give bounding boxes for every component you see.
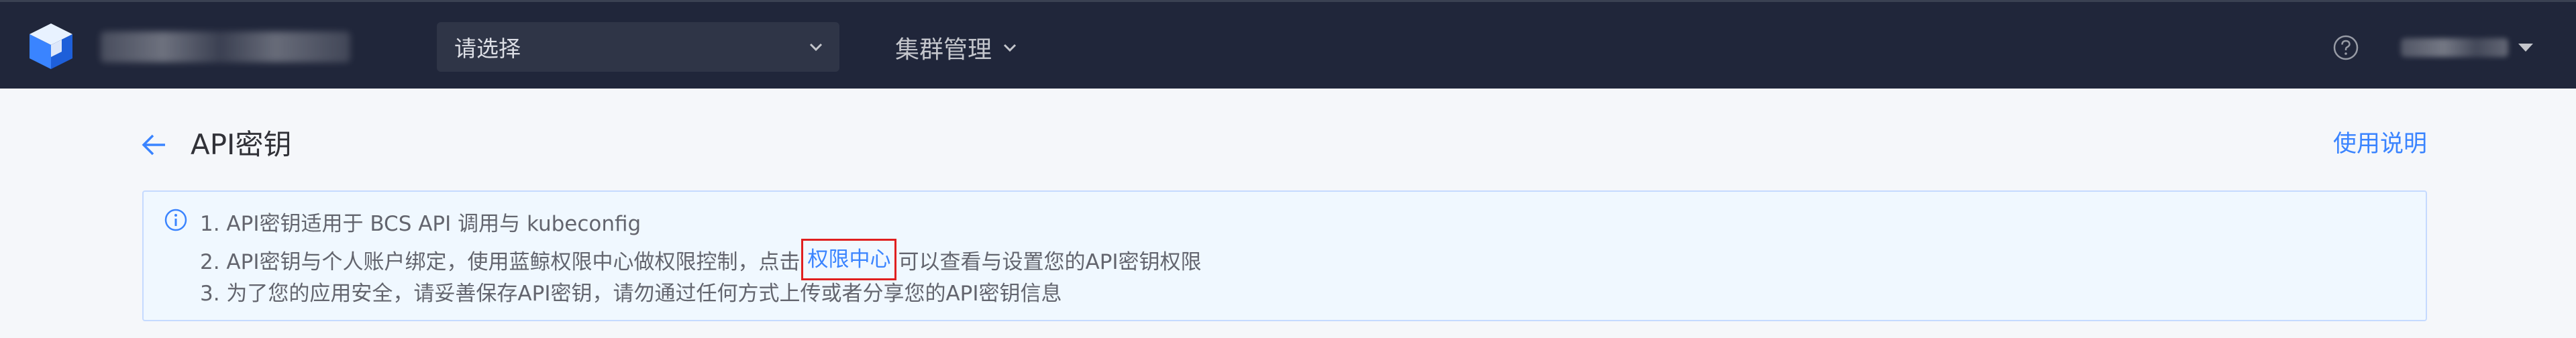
info-circle-icon bbox=[164, 208, 188, 232]
notice-box: 1. API密钥适用于 BCS API 调用与 kubeconfig 2. AP… bbox=[142, 190, 2427, 321]
notice-line-2-suffix: 可以查看与设置您的API密钥权限 bbox=[898, 250, 1202, 274]
chevron-down-icon bbox=[1001, 39, 1019, 56]
user-menu[interactable] bbox=[2401, 37, 2535, 58]
username-redacted bbox=[2401, 38, 2508, 57]
notice-line-3: 3. 为了您的应用安全，请妥善保存API密钥，请勿通过任何方式上传或者分享您的A… bbox=[200, 282, 1062, 306]
brand-name-redacted bbox=[101, 32, 350, 62]
chevron-down-icon bbox=[807, 38, 825, 56]
cube-logo-icon[interactable] bbox=[27, 21, 75, 72]
project-select[interactable]: 请选择 bbox=[437, 22, 839, 72]
usage-guide-link[interactable]: 使用说明 bbox=[2333, 127, 2427, 161]
question-circle-icon[interactable] bbox=[2332, 34, 2359, 61]
notice-line-1: 1. API密钥适用于 BCS API 调用与 kubeconfig bbox=[200, 212, 641, 236]
page-title: API密钥 bbox=[191, 128, 292, 161]
notice-list: 1. API密钥适用于 BCS API 调用与 kubeconfig 2. AP… bbox=[200, 207, 1202, 311]
top-navigation-bar: 请选择 集群管理 bbox=[0, 0, 2576, 89]
notice-line-2-prefix: 2. API密钥与个人账户绑定，使用蓝鲸权限中心做权限控制，点击 bbox=[200, 250, 801, 274]
nav-menu-label: 集群管理 bbox=[895, 36, 992, 64]
notice-line-2: 2. API密钥与个人账户绑定，使用蓝鲸权限中心做权限控制，点击 权限中心 可以查看… bbox=[200, 239, 1202, 280]
arrow-left-icon[interactable] bbox=[140, 131, 169, 158]
caret-down-icon bbox=[2516, 41, 2535, 54]
nav-menu-cluster-management[interactable]: 集群管理 bbox=[895, 27, 1019, 68]
project-select-value: 请选择 bbox=[454, 36, 521, 62]
permission-center-link[interactable]: 权限中心 bbox=[801, 239, 897, 280]
